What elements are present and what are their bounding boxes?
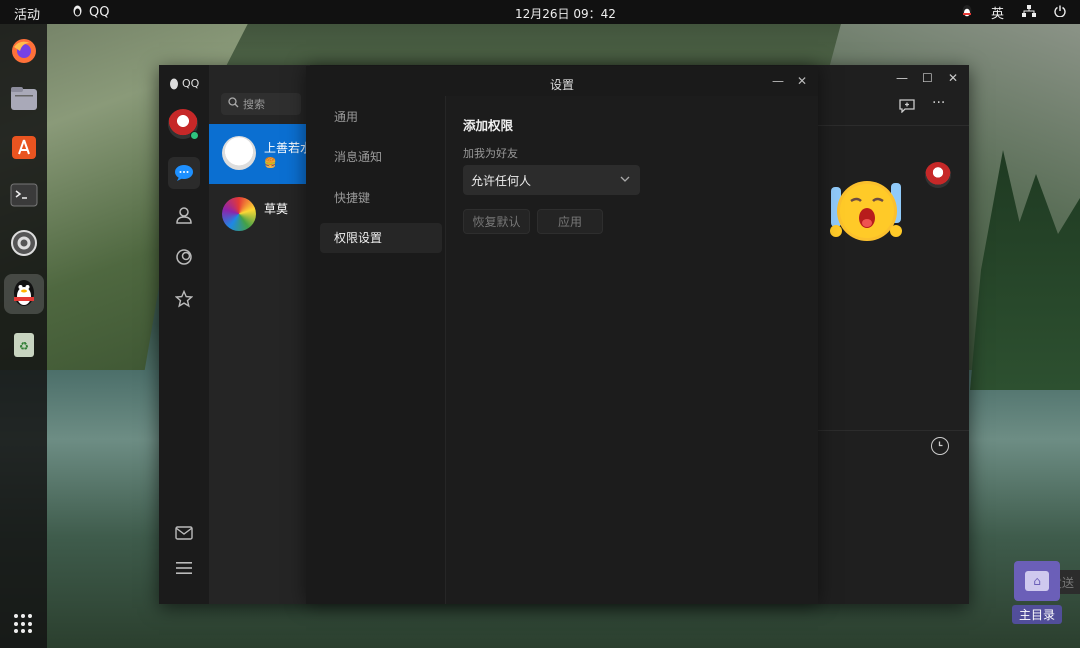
show-apps-icon[interactable] [14, 614, 34, 634]
home-folder[interactable]: ⌂ 主目录 [1012, 561, 1062, 631]
nav-item-notifications[interactable]: 消息通知 [320, 142, 442, 172]
app-name: QQ [89, 5, 110, 20]
last-message-preview: 🍔 [264, 158, 277, 169]
friend-permission-select[interactable]: 允许任何人 [463, 165, 640, 195]
minimize-icon[interactable]: — [896, 71, 908, 85]
close-icon[interactable]: ✕ [797, 74, 807, 88]
trash-icon[interactable]: ♻ [7, 328, 41, 362]
close-icon[interactable]: ✕ [948, 71, 958, 85]
space-icon[interactable] [168, 241, 200, 273]
settings-icon[interactable] [7, 226, 41, 260]
activities-button[interactable]: 活动 [14, 4, 40, 23]
contact-avatar [222, 136, 256, 170]
chat-list: 搜索 上善若水 🍔 草莫 [209, 65, 313, 604]
input-method-indicator[interactable]: 英 [991, 3, 1004, 22]
online-status-dot [190, 131, 199, 140]
list-item[interactable]: 上善若水 🍔 [209, 124, 313, 184]
nav-item-permissions[interactable]: 权限设置 [320, 223, 442, 253]
top-bar: 活动 QQ 12月26日 09：42 英 [0, 0, 1080, 24]
emoji-sticker [829, 173, 905, 245]
nav-item-general[interactable]: 通用 [320, 102, 442, 132]
contact-name: 草莫 [264, 202, 289, 216]
mail-icon[interactable] [168, 517, 200, 549]
minimize-icon[interactable]: — [772, 74, 784, 88]
svg-text:♻: ♻ [19, 340, 29, 353]
section-title: 添加权限 [463, 118, 514, 133]
qq-icon[interactable] [3, 274, 44, 314]
apply-button[interactable]: 应用 [537, 209, 603, 234]
list-item[interactable]: 草莫 [209, 185, 310, 245]
search-placeholder: 搜索 [243, 98, 265, 111]
home-icon: ⌂ [1025, 571, 1049, 591]
dock: ♻ [0, 24, 47, 648]
search-icon [228, 97, 239, 111]
qq-tray-icon[interactable] [961, 4, 973, 22]
contact-name: 上善若水 [264, 141, 313, 155]
more-options-icon[interactable]: ··· [932, 95, 945, 111]
select-value: 允许任何人 [471, 173, 532, 188]
avatar[interactable] [168, 109, 199, 140]
penguin-icon [72, 4, 83, 21]
folder-icon: ⌂ [1014, 561, 1060, 601]
qq-sidebar: QQ [159, 65, 209, 604]
files-icon[interactable] [7, 82, 41, 116]
field-label: 加我为好友 [463, 147, 518, 160]
history-clock-icon[interactable] [931, 437, 949, 455]
system-tray: 英 [961, 3, 1066, 22]
settings-dialog: 设置 — ✕ 通用 消息通知 快捷键 权限设置 添加权限 加我为好友 允许任何人… [306, 66, 818, 604]
qq-logo-text: QQ [182, 77, 200, 90]
menu-icon[interactable] [168, 552, 200, 584]
star-icon[interactable] [168, 283, 200, 315]
network-icon[interactable] [1022, 4, 1036, 21]
nav-item-shortcuts[interactable]: 快捷键 [320, 183, 442, 213]
messages-icon[interactable] [168, 157, 200, 189]
app-center-icon[interactable] [7, 130, 41, 164]
dialog-title: 设置 [549, 78, 574, 92]
app-menu[interactable]: QQ [72, 4, 109, 21]
firefox-icon[interactable] [7, 34, 41, 68]
settings-nav: 通用 消息通知 快捷键 权限设置 [314, 96, 442, 596]
clock[interactable]: 12月26日 09：42 [515, 5, 616, 22]
maximize-icon[interactable]: ☐ [922, 71, 933, 85]
search-input[interactable]: 搜索 [221, 93, 301, 115]
contacts-icon[interactable] [168, 199, 200, 231]
qq-logo: QQ [169, 77, 199, 90]
reset-defaults-button[interactable]: 恢复默认 [463, 209, 530, 234]
power-icon[interactable] [1054, 5, 1066, 21]
sender-avatar [925, 162, 951, 188]
home-folder-label: 主目录 [1012, 605, 1062, 624]
settings-content: 添加权限 加我为好友 允许任何人 恢复默认 应用 [446, 96, 818, 604]
terminal-icon[interactable] [7, 178, 41, 212]
contact-avatar [222, 197, 256, 231]
chevron-down-icon [620, 174, 630, 185]
add-chat-icon[interactable] [899, 99, 915, 117]
